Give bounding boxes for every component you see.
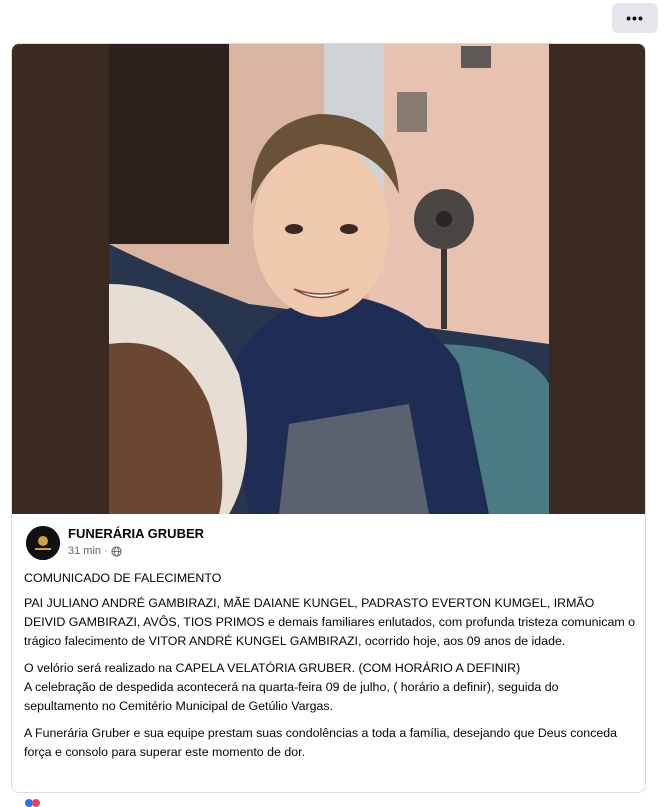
funeral-home-logo xyxy=(26,526,60,560)
page-name[interactable]: FUNERÁRIA GRUBER xyxy=(68,526,204,541)
post-paragraph-condolences: A Funerária Gruber e sua equipe prestam … xyxy=(24,726,618,759)
avatar[interactable] xyxy=(26,526,60,560)
reaction-icon[interactable] xyxy=(24,797,42,807)
post-body: COMUNICADO DE FALECIMENTO PAI JULIANO AN… xyxy=(24,569,636,768)
post-paragraph-ceremony: A celebração de despedida acontecerá na … xyxy=(24,680,559,713)
post-time[interactable]: 31 min xyxy=(68,545,101,557)
more-options-button[interactable]: ••• xyxy=(612,3,658,33)
post-photo-frame[interactable] xyxy=(12,44,645,514)
more-dots-icon: ••• xyxy=(626,10,644,26)
globe-icon[interactable] xyxy=(111,545,122,557)
post-paragraph-family: PAI JULIANO ANDRÉ GAMBIRAZI, MÃE DAIANE … xyxy=(24,596,636,648)
post-card: FUNERÁRIA GRUBER 31 min · COMUNICADO DE … xyxy=(11,43,646,793)
post-paragraph-wake: O velório será realizado na CAPELA VELAT… xyxy=(24,661,521,675)
post-photo[interactable] xyxy=(109,44,549,514)
top-bar: ••• xyxy=(0,0,668,44)
post-title: COMUNICADO DE FALECIMENTO xyxy=(24,571,222,585)
photo-illustration xyxy=(109,44,549,514)
post-meta: 31 min · xyxy=(68,545,122,557)
meta-separator: · xyxy=(104,545,108,557)
post-header: FUNERÁRIA GRUBER 31 min · xyxy=(26,524,626,564)
